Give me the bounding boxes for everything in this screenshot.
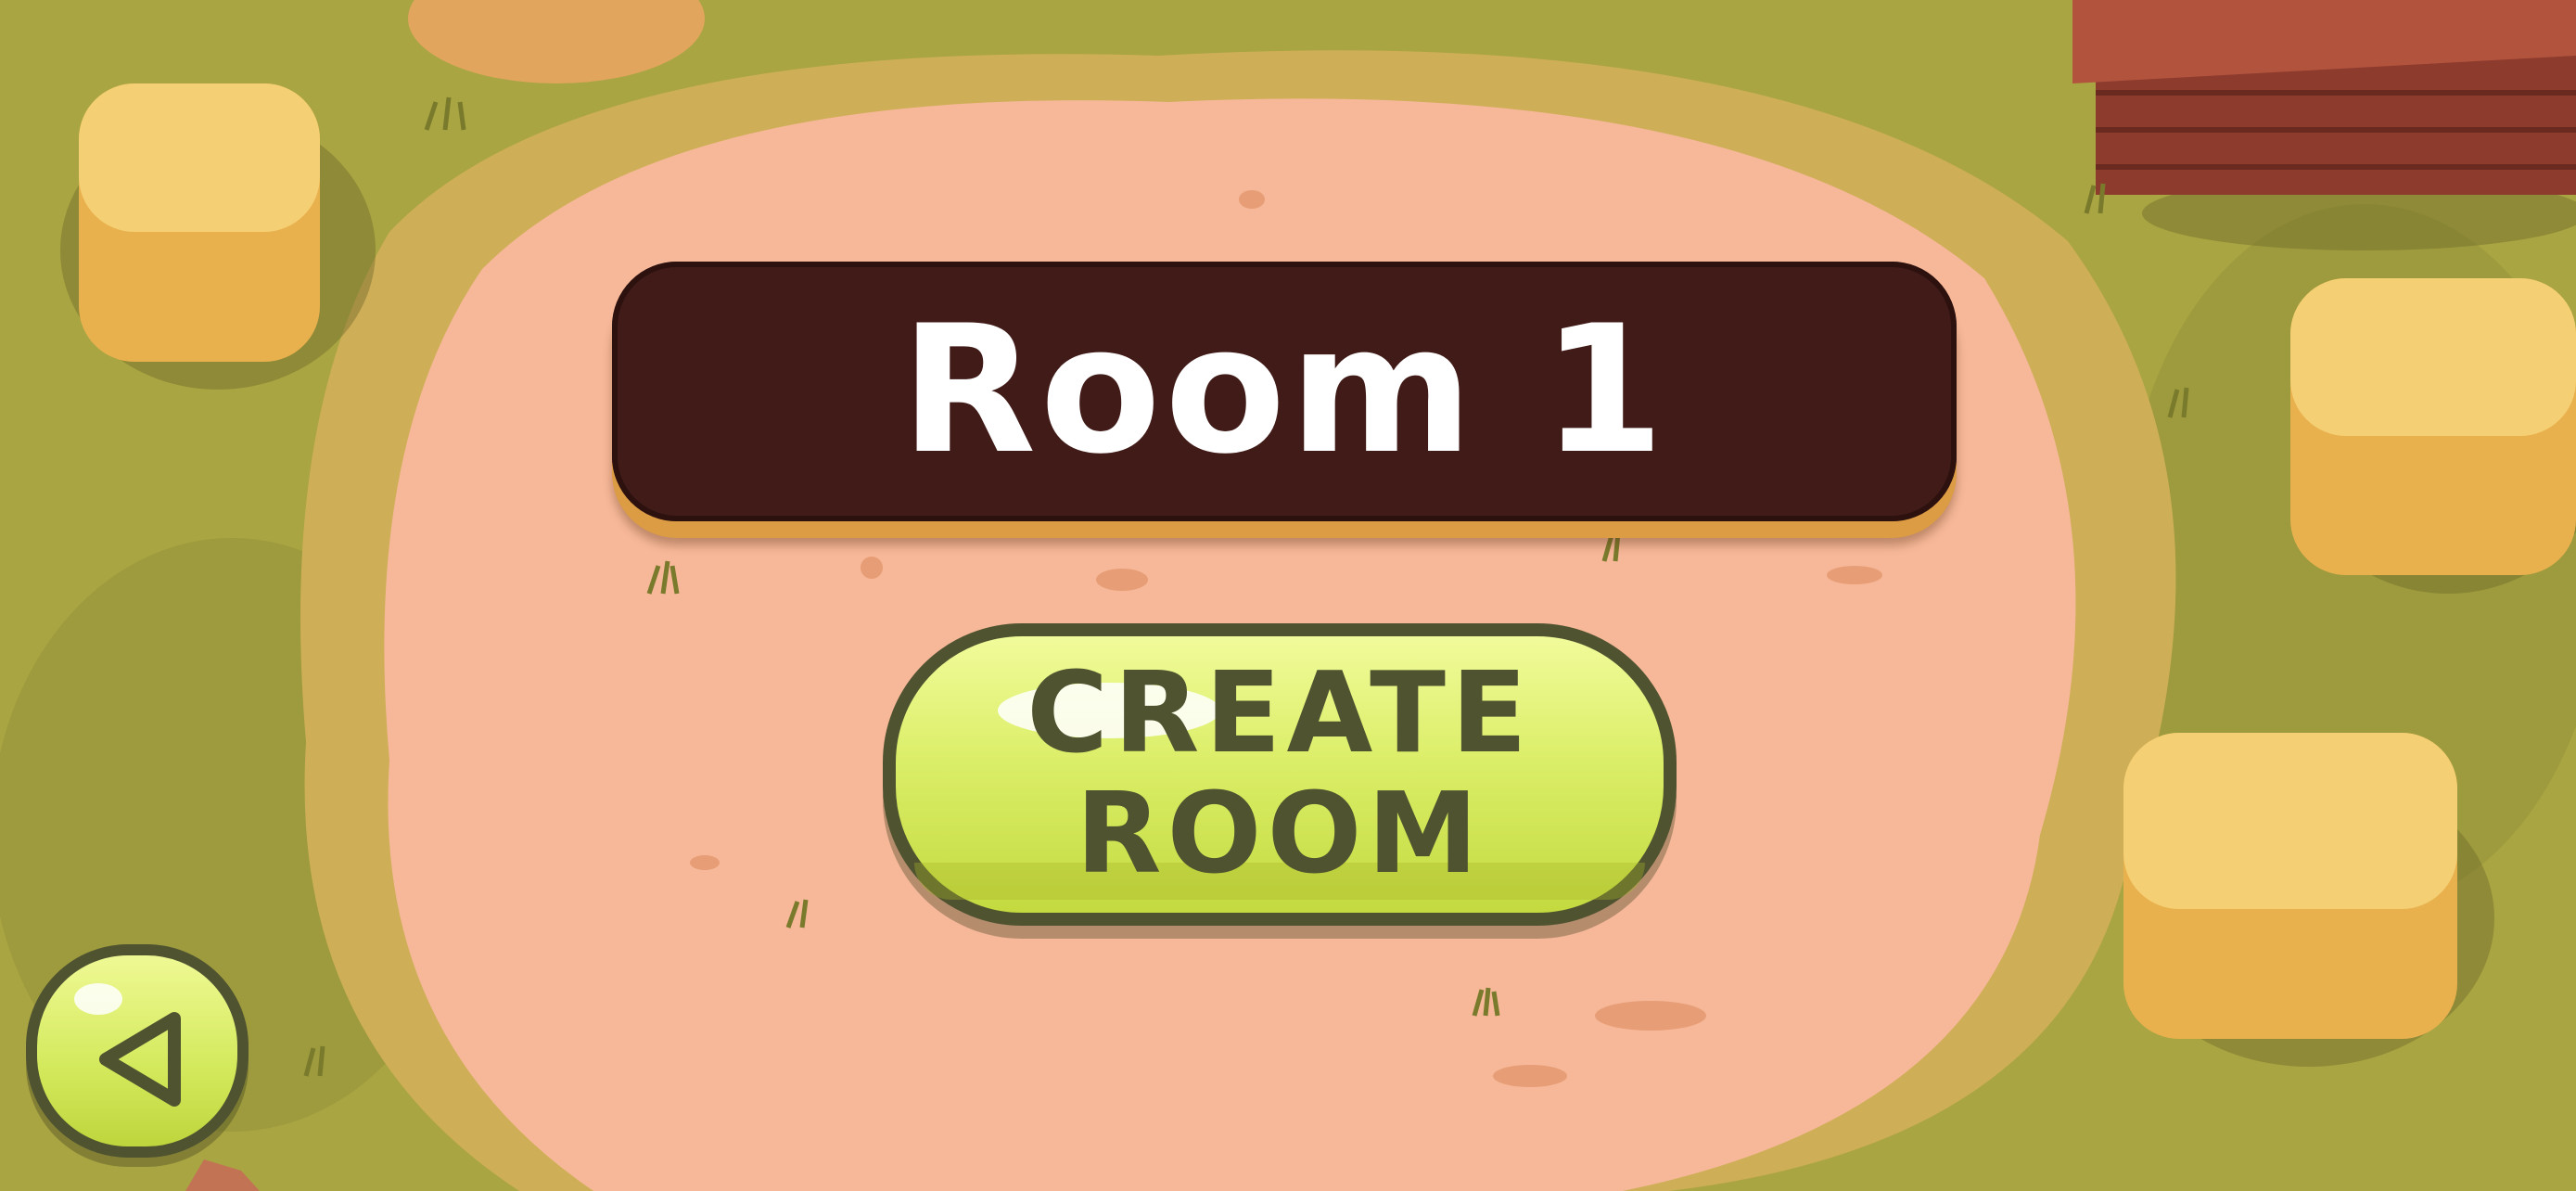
create-room-label-line2: ROOM (1076, 770, 1484, 899)
create-room-button[interactable]: CREATE ROOM (883, 623, 1677, 926)
room-title: Room 1 (900, 287, 1668, 493)
back-arrow-icon (99, 1012, 181, 1107)
create-room-label-line1: CREATE (1027, 649, 1533, 778)
back-button[interactable] (26, 944, 249, 1158)
room-name-banner: Room 1 (612, 262, 1957, 521)
farm-background (0, 0, 2576, 1191)
